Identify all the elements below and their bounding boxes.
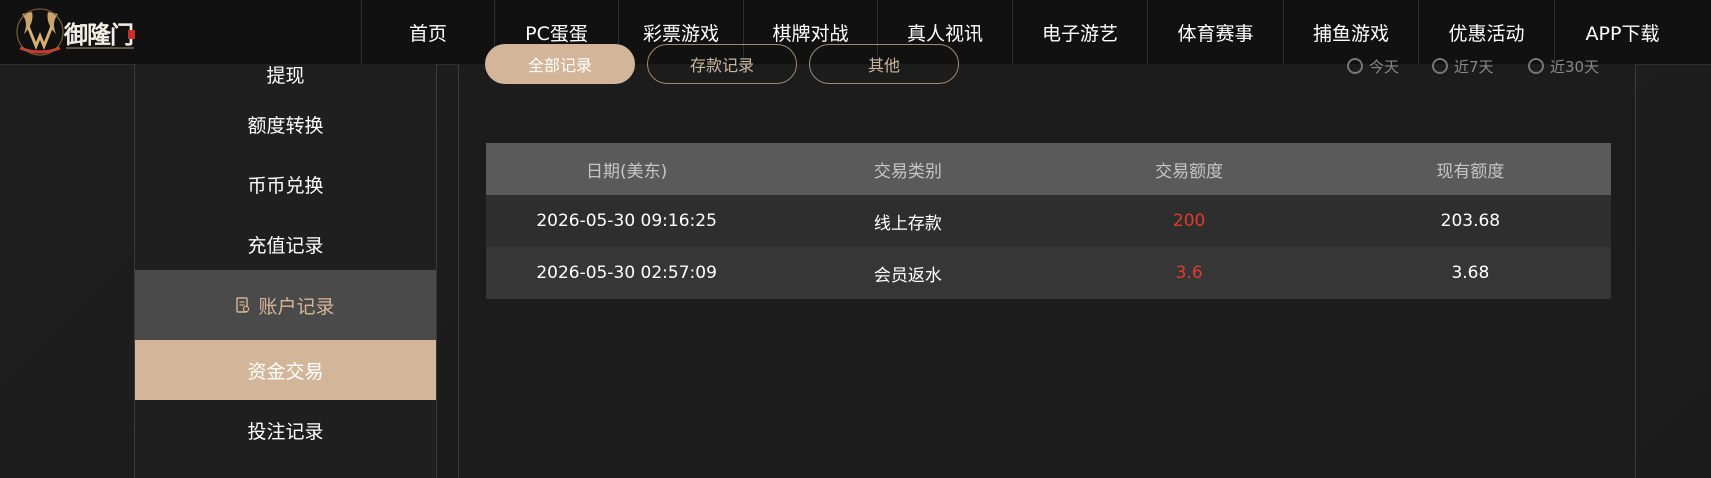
logo-seal-icon (128, 30, 135, 39)
cell-amount: 3.6 (1175, 263, 1203, 283)
records-panel: 全部记录 存款记录 其他 今天 近7天 近30天 日期(美东) 交易类别 交易额… (458, 44, 1636, 478)
nav-item-fishing[interactable]: 捕鱼游戏 (1283, 0, 1418, 64)
sidebar-item-credit-transfer[interactable]: 额度转换 (135, 94, 436, 154)
cell-amount: 200 (1172, 211, 1206, 231)
cell-balance: 3.68 (1451, 263, 1490, 283)
nav-item-sports[interactable]: 体育赛事 (1147, 0, 1283, 64)
table-row: 2026-05-30 02:57:09 会员返水 3.6 3.68 (486, 247, 1611, 299)
nav-item-home[interactable]: 首页 (361, 0, 494, 64)
brand-logo[interactable]: 御隆门 (14, 6, 135, 58)
nav-item-promotions[interactable]: 优惠活动 (1418, 0, 1554, 64)
cell-date: 2026-05-30 09:16:25 (536, 211, 717, 231)
column-header-type: 交易类别 (873, 161, 942, 182)
radio-7-days[interactable] (1432, 58, 1448, 74)
sidebar-item-coin-exchange[interactable]: 币币兑换 (135, 154, 436, 214)
radio-30-days[interactable] (1528, 58, 1544, 74)
sidebar-section-account-records[interactable]: 账户记录 (135, 270, 436, 340)
sidebar-item-fund-transactions[interactable]: 资金交易 (135, 340, 436, 400)
nav-item-app-download[interactable]: APP下载 (1554, 0, 1690, 64)
nav-item-slots[interactable]: 电子游艺 (1012, 0, 1147, 64)
radio-7-days-label: 近7天 (1454, 58, 1494, 76)
cell-date: 2026-05-30 02:57:09 (536, 263, 717, 283)
table-row: 2026-05-30 09:16:25 线上存款 200 203.68 (486, 195, 1611, 247)
radio-30-days-label: 近30天 (1550, 58, 1600, 76)
ledger-icon (236, 297, 250, 313)
table-header-row: 日期(美东) 交易类别 交易额度 现有额度 (486, 143, 1611, 195)
sidebar-item-bet-records[interactable]: 投注记录 (135, 400, 436, 460)
filter-deposit-records-button[interactable]: 存款记录 (647, 44, 797, 84)
sidebar-item-withdraw[interactable]: 提现 (135, 64, 436, 94)
transactions-table: 日期(美东) 交易类别 交易额度 现有额度 2026-05-30 09:16:2… (486, 143, 1611, 299)
brand-name: 御隆门 (64, 20, 134, 49)
column-header-date: 日期(美东) (585, 161, 668, 182)
sidebar-item-deposit-records[interactable]: 充值记录 (135, 214, 436, 274)
column-header-balance: 现有额度 (1436, 161, 1505, 182)
radio-today-label: 今天 (1369, 58, 1400, 76)
account-sidebar: 提现 额度转换 币币兑换 充值记录 账户记录 资金交易 投注记录 (134, 64, 437, 478)
cell-balance: 203.68 (1440, 211, 1501, 231)
logo-emblem-icon (16, 8, 64, 56)
sidebar-section-label: 账户记录 (258, 295, 335, 318)
filter-all-records-button[interactable]: 全部记录 (485, 44, 635, 84)
logo-underline (66, 47, 134, 49)
cell-type: 会员返水 (873, 265, 942, 286)
column-header-amount: 交易额度 (1155, 161, 1224, 182)
radio-today[interactable] (1347, 58, 1363, 74)
cell-type: 线上存款 (873, 213, 942, 234)
filter-other-button[interactable]: 其他 (809, 44, 959, 84)
